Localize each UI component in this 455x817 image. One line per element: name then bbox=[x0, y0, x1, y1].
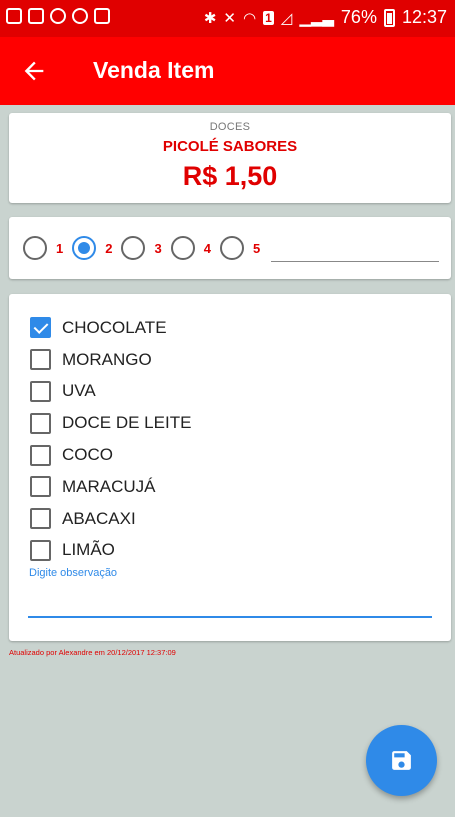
flavor-checkbox[interactable] bbox=[30, 412, 51, 434]
flavor-item[interactable]: ABACAXI bbox=[30, 503, 191, 535]
signal-icon: ◿ bbox=[280, 9, 293, 27]
flavor-checkbox[interactable] bbox=[30, 508, 51, 530]
radio-button[interactable] bbox=[72, 236, 97, 260]
flavor-item[interactable]: COCO bbox=[30, 439, 191, 471]
email-notification-icon bbox=[6, 8, 22, 24]
battery-icon bbox=[383, 8, 395, 27]
flavor-item[interactable]: MARACUJÁ bbox=[30, 471, 191, 503]
quantity-option-5[interactable]: 5 bbox=[219, 236, 261, 260]
page-title: Venda Item bbox=[93, 57, 215, 83]
image-notification-icon bbox=[28, 8, 44, 24]
mute-icon: ✕ bbox=[223, 9, 236, 27]
product-category: DOCES bbox=[209, 121, 251, 133]
wifi-icon: ◠ bbox=[242, 9, 257, 27]
product-name: PICOLÉ SABORES bbox=[162, 138, 298, 155]
quantity-card: 1 2 3 4 5 bbox=[9, 217, 451, 279]
flavor-label: MORANGO bbox=[62, 349, 152, 369]
flavor-item[interactable]: MORANGO bbox=[30, 344, 191, 376]
flavor-item[interactable]: LIMÃO bbox=[30, 535, 191, 567]
flavor-checkbox[interactable] bbox=[30, 380, 51, 402]
flavor-label: DOCE DE LEITE bbox=[62, 413, 192, 433]
voicemail-notification-icon bbox=[94, 8, 110, 24]
flavor-label: COCO bbox=[62, 445, 113, 465]
flavor-label: UVA bbox=[62, 381, 96, 401]
back-button[interactable] bbox=[20, 57, 48, 85]
clock: 12:37 bbox=[401, 7, 447, 27]
radio-label: 4 bbox=[203, 240, 211, 256]
quantity-radio-group: 1 2 3 4 5 bbox=[23, 236, 269, 260]
flavor-checkbox[interactable] bbox=[30, 476, 51, 498]
observation-input[interactable] bbox=[28, 616, 432, 618]
quantity-option-4[interactable]: 4 bbox=[170, 236, 211, 260]
quantity-input[interactable] bbox=[271, 261, 439, 262]
observation-field-label: Digite observação bbox=[29, 567, 118, 579]
battery-percent: 76% bbox=[340, 7, 377, 27]
flavor-item[interactable]: CHOCOLATE bbox=[30, 312, 191, 344]
radio-button[interactable] bbox=[23, 236, 47, 260]
product-price: R$ 1,50 bbox=[182, 161, 278, 191]
radio-label: 3 bbox=[154, 240, 162, 256]
product-card: DOCES PICOLÉ SABORES R$ 1,50 bbox=[9, 113, 451, 203]
arrow-back-icon bbox=[24, 61, 44, 81]
radio-label: 5 bbox=[252, 240, 261, 256]
flavor-list: CHOCOLATE MORANGO UVA DOCE DE LEITE COCO MARA… bbox=[30, 312, 191, 566]
chart-notification-icon bbox=[72, 8, 88, 24]
bluetooth-icon: ✱ bbox=[203, 9, 217, 27]
whatsapp-notification-icon bbox=[50, 8, 66, 24]
flavor-label: CHOCOLATE bbox=[62, 317, 167, 337]
flavor-checkbox[interactable] bbox=[30, 317, 51, 339]
flavors-card: CHOCOLATE MORANGO UVA DOCE DE LEITE COCO MARA… bbox=[9, 294, 451, 641]
radio-button[interactable] bbox=[219, 236, 244, 260]
system-icons: ✱ ✕ ◠ 1 ◿ ▁▂▃ 76% 12:37 bbox=[204, 7, 447, 28]
flavor-item[interactable]: UVA bbox=[30, 376, 191, 408]
quantity-option-1[interactable]: 1 bbox=[23, 236, 63, 260]
updated-info: Atualizado por Alexandre em 20/12/2017 1… bbox=[9, 648, 176, 657]
flavor-checkbox[interactable] bbox=[30, 444, 51, 466]
notification-icons bbox=[6, 8, 110, 24]
flavor-label: MARACUJÁ bbox=[62, 476, 156, 496]
flavor-checkbox[interactable] bbox=[30, 539, 51, 561]
signal-bars-icon: ▁▂▃ bbox=[299, 9, 334, 27]
flavor-label: ABACAXI bbox=[62, 508, 136, 528]
quantity-option-3[interactable]: 3 bbox=[121, 236, 162, 260]
radio-label: 2 bbox=[105, 240, 113, 256]
radio-button[interactable] bbox=[121, 236, 146, 260]
status-bar: ✱ ✕ ◠ 1 ◿ ▁▂▃ 76% 12:37 bbox=[0, 0, 455, 37]
save-icon bbox=[392, 751, 411, 770]
radio-label: 1 bbox=[56, 240, 64, 256]
sim-badge: 1 bbox=[263, 10, 274, 25]
flavor-item[interactable]: DOCE DE LEITE bbox=[30, 407, 191, 439]
app-bar: Venda Item bbox=[0, 37, 455, 105]
save-button[interactable] bbox=[366, 725, 437, 796]
quantity-option-2[interactable]: 2 bbox=[72, 236, 112, 260]
flavor-label: LIMÃO bbox=[62, 540, 115, 560]
flavor-checkbox[interactable] bbox=[30, 349, 51, 371]
radio-button[interactable] bbox=[170, 236, 195, 260]
